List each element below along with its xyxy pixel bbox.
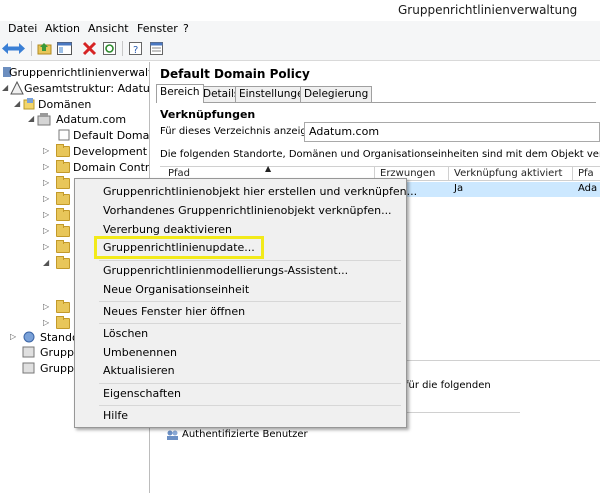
tab-divider xyxy=(156,102,596,103)
expand-arrow-icon[interactable]: ▷ xyxy=(43,242,51,252)
refresh-icon[interactable] xyxy=(101,40,118,57)
menu-item-rename[interactable]: Umbenennen xyxy=(103,346,177,364)
menu-item-gp-update[interactable]: Gruppenrichtlinienupdate... xyxy=(103,241,255,259)
links-description: Die folgenden Standorte, Domänen und Org… xyxy=(160,149,600,160)
svg-text:?: ? xyxy=(133,45,138,56)
users-icon xyxy=(167,430,178,440)
column-separator[interactable] xyxy=(572,167,573,181)
auth-users-label: Authentifizierte Benutzer xyxy=(182,429,308,440)
expand-arrow-icon[interactable]: ▷ xyxy=(43,162,51,172)
gpo-results-icon xyxy=(22,362,35,374)
expand-arrow-icon[interactable]: ▷ xyxy=(10,332,18,342)
row-link-enabled: Ja xyxy=(454,183,464,194)
folder-icon xyxy=(56,160,70,173)
show-hide-tree-icon[interactable] xyxy=(56,40,73,57)
properties-icon[interactable] xyxy=(148,40,165,57)
folder-icon xyxy=(56,316,70,329)
column-header-link-enabled[interactable]: Verknüpfung aktiviert xyxy=(454,168,562,179)
menu-aktion[interactable]: Aktion xyxy=(45,22,80,35)
folder-icon xyxy=(56,192,70,205)
expand-arrow-icon[interactable]: ▷ xyxy=(43,178,51,188)
tree-label: Development xyxy=(73,145,148,158)
expand-arrow-icon[interactable]: ▷ xyxy=(43,318,51,328)
gpo-link-icon xyxy=(58,129,70,141)
tree-label: Stando xyxy=(40,331,79,344)
folder-icon xyxy=(56,240,70,253)
column-header-path2[interactable]: Pfa xyxy=(578,168,594,179)
menu-item-properties[interactable]: Eigenschaften xyxy=(103,387,181,405)
menu-item-new-ou[interactable]: Neue Organisationseinheit xyxy=(103,283,249,301)
expand-arrow-icon[interactable]: ▷ xyxy=(43,302,51,312)
menu-item-help[interactable]: Hilfe xyxy=(103,409,128,427)
help-icon[interactable]: ? xyxy=(127,40,144,57)
tree-label: Domain Contro xyxy=(73,161,150,174)
expand-arrow-icon[interactable]: ▷ xyxy=(43,210,51,220)
delete-icon[interactable] xyxy=(81,40,98,57)
tab-bereich[interactable]: Bereich xyxy=(156,84,204,103)
context-menu: Gruppenrichtlinienobjekt hier erstellen … xyxy=(74,178,417,428)
menu-bar: Datei Aktion Ansicht Fenster ? xyxy=(0,21,600,37)
sites-icon xyxy=(23,331,35,343)
menu-separator xyxy=(99,260,401,261)
menu-item-create-gpo[interactable]: Gruppenrichtlinienobjekt hier erstellen … xyxy=(103,185,417,203)
forest-icon xyxy=(10,81,24,95)
folder-icon xyxy=(56,224,70,237)
sort-arrow-icon: ▲ xyxy=(265,164,272,173)
domains-icon xyxy=(23,98,35,110)
menu-item-link-existing-gpo[interactable]: Vorhandenes Gruppenrichtlinienobjekt ver… xyxy=(103,204,392,222)
expand-arrow-icon[interactable]: ◢ xyxy=(2,83,10,93)
location-label: Für dieses Verzeichnis anzeigen: xyxy=(160,126,323,137)
expand-arrow-icon[interactable]: ▷ xyxy=(43,146,51,156)
tab-delegierung[interactable]: Delegierung xyxy=(300,86,373,102)
up-folder-icon[interactable] xyxy=(36,40,53,57)
menu-separator xyxy=(99,301,401,302)
expand-arrow-icon[interactable]: ◢ xyxy=(14,99,22,109)
forward-arrow-icon[interactable] xyxy=(10,40,27,57)
menu-item-delete[interactable]: Löschen xyxy=(103,327,148,345)
toolbar-separator xyxy=(31,41,32,56)
domain-icon xyxy=(37,113,51,126)
expand-arrow-icon[interactable]: ▷ xyxy=(43,194,51,204)
location-dropdown[interactable]: Adatum.com xyxy=(304,122,600,142)
folder-icon xyxy=(56,144,70,157)
menu-item-new-window[interactable]: Neues Fenster hier öffnen xyxy=(103,305,245,323)
expand-arrow-icon[interactable]: ▷ xyxy=(43,226,51,236)
menu-separator xyxy=(99,383,401,384)
security-filter-text: für die folgenden xyxy=(405,380,491,391)
tree-label: Adatum.com xyxy=(56,113,127,126)
expand-arrow-icon[interactable]: ◢ xyxy=(43,258,51,268)
links-section-title: Verknüpfungen xyxy=(160,108,256,121)
folder-icon xyxy=(56,176,70,189)
menu-item-modeling-wizard[interactable]: Gruppenrichtlinienmodellierungs-Assisten… xyxy=(103,264,348,282)
menu-item-refresh[interactable]: Aktualisieren xyxy=(103,364,175,382)
expand-arrow-icon[interactable]: ◢ xyxy=(28,114,36,124)
title-bar: Gruppenrichtlinienverwaltung xyxy=(0,0,600,21)
menu-fenster[interactable]: Fenster xyxy=(137,22,178,35)
column-separator[interactable] xyxy=(448,167,449,181)
menu-item-block-inheritance[interactable]: Vererbung deaktivieren xyxy=(103,223,232,241)
menu-help[interactable]: ? xyxy=(183,22,189,35)
tree-label: Domänen xyxy=(38,98,92,111)
folder-icon xyxy=(56,300,70,313)
tree-label: Default Domain xyxy=(73,129,150,142)
menu-separator xyxy=(99,323,401,324)
toolbar-separator xyxy=(122,41,123,56)
tree-label: Gesamtstruktur: Adatum.c xyxy=(24,82,150,95)
menu-datei[interactable]: Datei xyxy=(8,22,37,35)
folder-icon xyxy=(56,208,70,221)
gpo-modeling-icon xyxy=(22,346,35,358)
toolbar: ? xyxy=(0,37,600,61)
menu-separator xyxy=(99,405,401,406)
folder-icon xyxy=(56,256,70,269)
row-path: Ada xyxy=(578,183,598,194)
window-title: Gruppenrichtlinienverwaltung xyxy=(398,3,578,17)
tree-label: Gruppenrichtlinienverwaltung xyxy=(9,66,149,79)
page-title: Default Domain Policy xyxy=(160,67,310,81)
menu-ansicht[interactable]: Ansicht xyxy=(88,22,129,35)
